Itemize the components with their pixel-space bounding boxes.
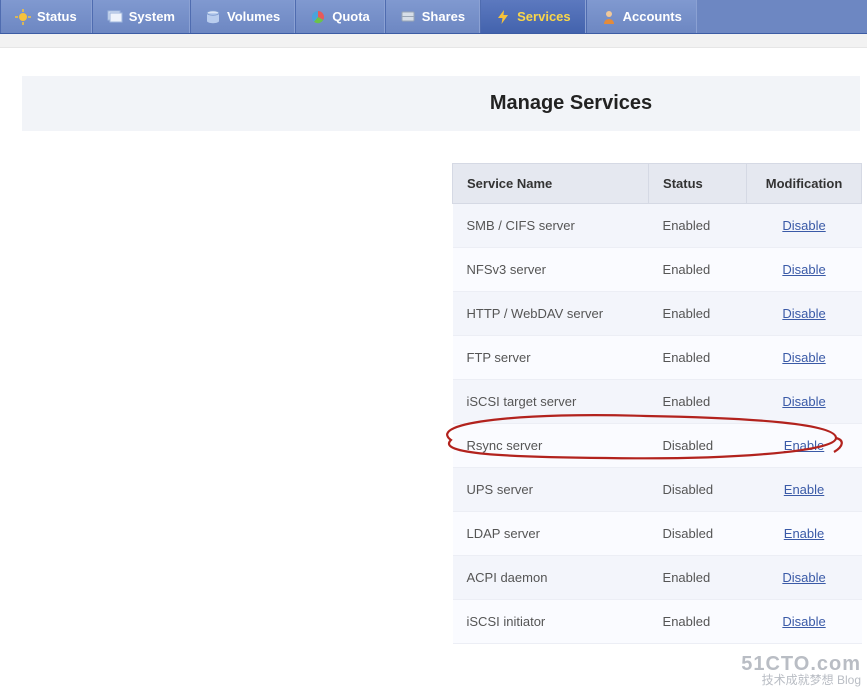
- services-table: Service Name Status Modification SMB / C…: [452, 163, 862, 644]
- action-link[interactable]: Disable: [782, 262, 825, 277]
- cell-action: Disable: [747, 248, 862, 292]
- cell-status: Disabled: [649, 468, 747, 512]
- action-link[interactable]: Enable: [784, 526, 824, 541]
- nav-label: Accounts: [623, 9, 682, 24]
- nav-label: System: [129, 9, 175, 24]
- table-row: iSCSI target server Enabled Disable: [453, 380, 862, 424]
- action-link[interactable]: Enable: [784, 438, 824, 453]
- cell-action: Disable: [747, 556, 862, 600]
- nav-label: Services: [517, 9, 571, 24]
- action-link[interactable]: Disable: [782, 350, 825, 365]
- nav-item-services[interactable]: Services: [480, 0, 586, 33]
- cell-service-name: ACPI daemon: [453, 556, 649, 600]
- cell-service-name: UPS server: [453, 468, 649, 512]
- cell-service-name: iSCSI initiator: [453, 600, 649, 644]
- watermark-sub: 技术成就梦想 Blog: [741, 674, 861, 686]
- cell-action: Disable: [747, 204, 862, 248]
- page-content: Manage Services Service Name Status Modi…: [0, 48, 867, 644]
- cell-status: Disabled: [649, 512, 747, 556]
- cell-action: Enable: [747, 512, 862, 556]
- watermark-main: 51CTO.com: [741, 654, 861, 674]
- cell-status: Enabled: [649, 204, 747, 248]
- cell-action: Disable: [747, 380, 862, 424]
- nav-item-shares[interactable]: Shares: [385, 0, 480, 33]
- table-row: SMB / CIFS server Enabled Disable: [453, 204, 862, 248]
- nav-item-status[interactable]: Status: [0, 0, 92, 33]
- table-row: HTTP / WebDAV server Enabled Disable: [453, 292, 862, 336]
- cell-action: Disable: [747, 336, 862, 380]
- nav-label: Shares: [422, 9, 465, 24]
- top-nav: Status System Volumes Quota Shares Servi…: [0, 0, 867, 34]
- nav-label: Quota: [332, 9, 370, 24]
- watermark: 51CTO.com 技术成就梦想 Blog: [741, 654, 861, 686]
- sub-toolbar: [0, 34, 867, 48]
- services-icon: [495, 9, 511, 25]
- cell-service-name: NFSv3 server: [453, 248, 649, 292]
- table-row: NFSv3 server Enabled Disable: [453, 248, 862, 292]
- cell-action: Enable: [747, 468, 862, 512]
- cell-service-name: FTP server: [453, 336, 649, 380]
- cell-service-name: HTTP / WebDAV server: [453, 292, 649, 336]
- nav-item-quota[interactable]: Quota: [295, 0, 385, 33]
- action-link[interactable]: Disable: [782, 570, 825, 585]
- cell-action: Disable: [747, 292, 862, 336]
- table-row: UPS server Disabled Enable: [453, 468, 862, 512]
- table-header-row: Service Name Status Modification: [453, 164, 862, 204]
- cell-status: Enabled: [649, 248, 747, 292]
- nav-item-volumes[interactable]: Volumes: [190, 0, 295, 33]
- quota-icon: [310, 9, 326, 25]
- col-status: Status: [649, 164, 747, 204]
- cell-service-name: LDAP server: [453, 512, 649, 556]
- cell-status: Enabled: [649, 292, 747, 336]
- page-title: Manage Services: [282, 92, 860, 115]
- action-link[interactable]: Disable: [782, 218, 825, 233]
- action-link[interactable]: Disable: [782, 394, 825, 409]
- cell-service-name: Rsync server: [453, 424, 649, 468]
- table-row: ACPI daemon Enabled Disable: [453, 556, 862, 600]
- cell-service-name: iSCSI target server: [453, 380, 649, 424]
- table-row: FTP server Enabled Disable: [453, 336, 862, 380]
- shares-icon: [400, 9, 416, 25]
- action-link[interactable]: Disable: [782, 614, 825, 629]
- cell-service-name: SMB / CIFS server: [453, 204, 649, 248]
- title-bar: Manage Services: [22, 76, 860, 131]
- nav-item-accounts[interactable]: Accounts: [586, 0, 697, 33]
- system-icon: [107, 9, 123, 25]
- action-link[interactable]: Enable: [784, 482, 824, 497]
- nav-label: Status: [37, 9, 77, 24]
- cell-status: Disabled: [649, 424, 747, 468]
- status-icon: [15, 9, 31, 25]
- action-link[interactable]: Disable: [782, 306, 825, 321]
- cell-status: Enabled: [649, 336, 747, 380]
- col-service-name: Service Name: [453, 164, 649, 204]
- nav-item-system[interactable]: System: [92, 0, 190, 33]
- nav-label: Volumes: [227, 9, 280, 24]
- cell-status: Enabled: [649, 556, 747, 600]
- cell-status: Enabled: [649, 600, 747, 644]
- cell-status: Enabled: [649, 380, 747, 424]
- cell-action: Disable: [747, 600, 862, 644]
- volumes-icon: [205, 9, 221, 25]
- table-row: Rsync server Disabled Enable: [453, 424, 862, 468]
- col-modification: Modification: [747, 164, 862, 204]
- cell-action: Enable: [747, 424, 862, 468]
- services-table-wrap: Service Name Status Modification SMB / C…: [452, 163, 862, 644]
- table-row: LDAP server Disabled Enable: [453, 512, 862, 556]
- accounts-icon: [601, 9, 617, 25]
- table-row: iSCSI initiator Enabled Disable: [453, 600, 862, 644]
